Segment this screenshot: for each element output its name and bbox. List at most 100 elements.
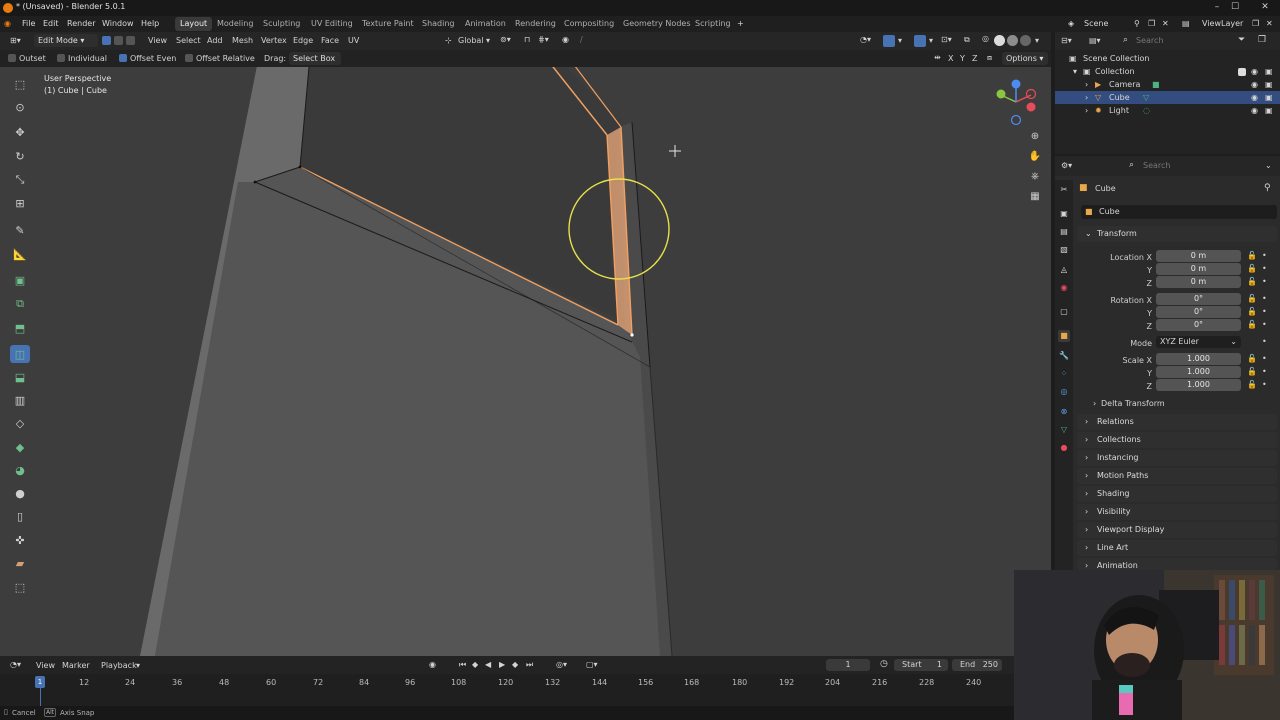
location-z-field[interactable]: 0 m	[1156, 276, 1241, 288]
panel-animation[interactable]: › Animation	[1077, 558, 1277, 570]
location-y-field[interactable]: 0 m	[1156, 263, 1241, 275]
camera-view-icon[interactable]: ⎈	[1027, 169, 1043, 185]
outliner-item-light[interactable]: › ✹ Light ◌ ◉ ▣	[1055, 104, 1280, 117]
rotation-z-field[interactable]: 0°	[1156, 319, 1241, 331]
outliner-item-cube[interactable]: › ▽ Cube ▽ ◉ ▣	[1055, 91, 1280, 104]
shear-icon[interactable]: ▰	[10, 554, 30, 572]
keyframe-dot-icon[interactable]: •	[1262, 307, 1267, 316]
visibility-icon[interactable]: ◔▾	[860, 35, 871, 44]
face-select-icon[interactable]	[126, 36, 135, 45]
loop-cut-icon[interactable]: ▥	[10, 391, 30, 409]
render-tab-icon[interactable]: ▣	[1058, 208, 1070, 220]
data-tab-icon[interactable]: ▽	[1058, 424, 1070, 436]
solid-shading-icon[interactable]	[994, 35, 1005, 46]
eye-icon[interactable]: ◉	[1251, 104, 1258, 117]
material-tab-icon[interactable]: ●	[1058, 442, 1070, 454]
play-icon[interactable]: ▶	[499, 660, 505, 669]
snap-settings-icon[interactable]: ⋕▾	[538, 35, 549, 44]
menu-view[interactable]: View	[148, 36, 167, 45]
bevel-icon[interactable]: ⬓	[10, 368, 30, 386]
object-tab-icon[interactable]: ■	[1058, 330, 1070, 342]
editor-type-icon[interactable]: ⊞▾	[10, 36, 21, 45]
eye-icon[interactable]: ◉	[1251, 91, 1258, 104]
constraints-tab-icon[interactable]: ⊗	[1058, 406, 1070, 418]
mesh-edit-overlay-icon[interactable]: ⊡▾	[941, 35, 952, 44]
eye-icon[interactable]: ◉	[1251, 65, 1258, 78]
timeline-menu-playback[interactable]: Playback	[101, 661, 137, 670]
outliner-item-camera[interactable]: › ▶ Camera ■ ◉ ▣	[1055, 78, 1280, 91]
keyframe-dot-icon[interactable]: •	[1262, 380, 1267, 389]
annotate-icon[interactable]: ✎	[10, 221, 30, 239]
rip-region-icon[interactable]: ⬚	[10, 578, 30, 596]
tab-shading[interactable]: Shading	[417, 17, 460, 31]
delete-viewlayer-icon[interactable]: ✕	[1266, 19, 1273, 28]
shading-dropdown-icon[interactable]: ▾	[1035, 36, 1039, 45]
poly-build-icon[interactable]: ◆	[10, 438, 30, 456]
material-shading-icon[interactable]	[1007, 35, 1018, 46]
rotation-x-field[interactable]: 0°	[1156, 293, 1241, 305]
menu-mesh[interactable]: Mesh	[232, 36, 253, 45]
offset-even-checkbox[interactable]	[119, 54, 127, 62]
individual-checkbox[interactable]	[57, 54, 65, 62]
menu-edit[interactable]: Edit	[43, 19, 59, 28]
tab-texture-paint[interactable]: Texture Paint	[357, 17, 419, 31]
keyframe-dot-icon[interactable]: •	[1262, 251, 1267, 260]
keyframe-dot-icon[interactable]: •	[1262, 294, 1267, 303]
play-reverse-icon[interactable]: ◀	[485, 660, 491, 669]
outliner-collection[interactable]: ▾ ▣ Collection ◉ ▣	[1055, 65, 1280, 78]
world-tab-icon[interactable]: ◉	[1058, 282, 1070, 294]
scale-icon[interactable]: ⤡	[10, 171, 30, 189]
tab-rendering[interactable]: Rendering	[510, 17, 561, 31]
menu-uv[interactable]: UV	[348, 36, 359, 45]
panel-shading[interactable]: › Shading	[1077, 486, 1277, 502]
scene-tab-icon[interactable]: ◬	[1058, 264, 1070, 276]
tab-uv-editing[interactable]: UV Editing	[306, 17, 358, 31]
timeline-menu-marker[interactable]: Marker	[62, 661, 90, 670]
rotation-y-field[interactable]: 0°	[1156, 306, 1241, 318]
panel-visibility[interactable]: › Visibility	[1077, 504, 1277, 520]
proportional-edit-icon[interactable]: ◉	[562, 35, 569, 44]
rendered-shading-icon[interactable]	[1020, 35, 1031, 46]
rotate-icon[interactable]: ↻	[10, 147, 30, 165]
timeline-editor-icon[interactable]: ◔▾	[10, 660, 21, 669]
navigation-gizmo[interactable]	[985, 75, 1045, 135]
pin-icon[interactable]: ⚲	[1134, 19, 1140, 28]
object-name-field[interactable]: ■ Cube	[1081, 205, 1277, 219]
tool-tab-icon[interactable]: ✂	[1058, 184, 1070, 196]
add-cube-icon[interactable]: ▣	[10, 271, 30, 289]
new-scene-icon[interactable]: ❐	[1148, 19, 1155, 28]
lock-icon[interactable]: 🔓	[1247, 251, 1257, 260]
tab-compositing[interactable]: Compositing	[559, 17, 619, 31]
auto-merge-icon[interactable]: ⧈	[987, 53, 992, 63]
lock-icon[interactable]: 🔓	[1247, 320, 1257, 329]
modifier-tab-icon[interactable]: 🔧	[1058, 350, 1070, 362]
panel-motion-paths[interactable]: › Motion Paths	[1077, 468, 1277, 484]
panel-relations[interactable]: › Relations	[1077, 414, 1277, 430]
cursor-icon[interactable]: ⊙	[10, 98, 30, 116]
chevron-down-icon[interactable]: ⌄	[1265, 161, 1272, 170]
orientation-dropdown[interactable]: Global	[458, 36, 484, 45]
tab-scripting[interactable]: Scripting	[690, 17, 736, 31]
auto-keying-icon[interactable]: ◉	[429, 660, 436, 669]
snap-icon[interactable]: ⊓	[524, 35, 530, 44]
inset-faces-icon[interactable]: ◫	[10, 345, 30, 363]
delta-transform-subpanel[interactable]: › Delta Transform	[1085, 397, 1275, 411]
ortho-grid-icon[interactable]: ▦	[1027, 189, 1043, 205]
expand-arrow-icon[interactable]: ›	[1085, 78, 1088, 91]
jump-start-icon[interactable]: ⏮	[459, 660, 466, 670]
panel-line-art[interactable]: › Line Art	[1077, 540, 1277, 556]
scale-x-field[interactable]: 1.000	[1156, 353, 1241, 365]
lock-icon[interactable]: 🔓	[1247, 307, 1257, 316]
physics-tab-icon[interactable]: ◎	[1058, 386, 1070, 398]
transform-panel-header[interactable]: ⌄ Transform	[1077, 226, 1277, 242]
jump-keyframe-forward-icon[interactable]: ◆	[512, 660, 518, 669]
view-layer-tab-icon[interactable]: ▧	[1058, 244, 1070, 256]
keyframe-dot-icon[interactable]: •	[1262, 354, 1267, 363]
start-frame-field[interactable]: Start 1	[894, 659, 948, 671]
outliner-search-input[interactable]: Search	[1136, 36, 1163, 45]
playhead[interactable]: 1	[35, 676, 45, 688]
blender-menu-icon[interactable]: ◉	[4, 19, 11, 28]
delete-scene-icon[interactable]: ✕	[1162, 19, 1169, 28]
camera-render-icon[interactable]: ▣	[1265, 65, 1273, 78]
outliner-editor-icon[interactable]: ⊟▾	[1061, 36, 1072, 45]
